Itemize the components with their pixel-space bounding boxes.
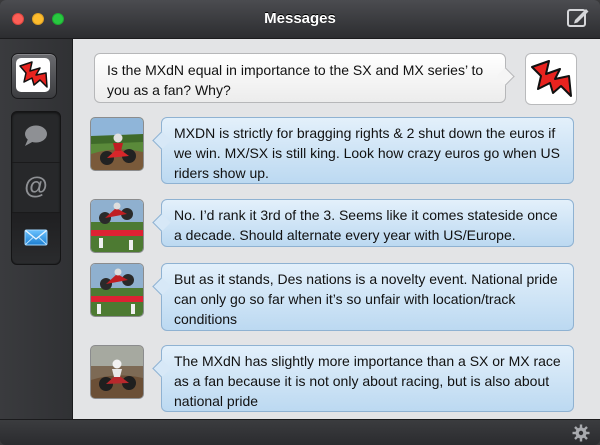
bottom-bar: [0, 419, 600, 445]
red-lightning-logo-icon: [19, 61, 48, 88]
motocross-photo: [91, 118, 143, 170]
nav-messages[interactable]: [12, 212, 60, 263]
reply-bubble: But as it stands, Des nations is a novel…: [152, 263, 574, 331]
reply-avatar-photo[interactable]: [90, 345, 144, 399]
motocross-rider-photo: [91, 346, 143, 398]
reply-bubble: MXDN is strictly for bragging rights & 2…: [152, 117, 574, 184]
reply-text: But as it stands, Des nations is a novel…: [174, 271, 558, 327]
reply-bubble: The MXdN has slightly more importance th…: [152, 345, 574, 412]
title-bar: Messages: [0, 0, 600, 39]
messages-window: Messages @ Is the MXdN equal in importan…: [0, 0, 600, 445]
question-bubble: Is the MXdN equal in importance to the S…: [94, 53, 515, 103]
motocross-jump-photo: [91, 200, 143, 252]
motocross-jump-photo: [91, 264, 143, 316]
reply-avatar-photo[interactable]: [90, 263, 144, 317]
window-title: Messages: [264, 10, 336, 27]
mail-icon: [24, 229, 48, 246]
reply-text: No. I’d rank it 3rd of the 3. Seems like…: [174, 207, 558, 243]
reply-text: MXDN is strictly for bragging rights & 2…: [174, 125, 560, 181]
sidebar: @: [0, 39, 73, 419]
reply-text: The MXdN has slightly more importance th…: [174, 353, 561, 409]
conversation-pane[interactable]: Is the MXdN equal in importance to the S…: [73, 39, 600, 419]
nav-mentions[interactable]: @: [12, 162, 60, 213]
reply-bubble: No. I’d rank it 3rd of the 3. Seems like…: [152, 199, 574, 247]
nav-conversations[interactable]: [12, 112, 60, 162]
bubble-tail: [152, 359, 171, 378]
sender-avatar[interactable]: [525, 53, 577, 105]
reply-avatar-photo[interactable]: [90, 199, 144, 253]
account-avatar-button[interactable]: [11, 53, 57, 99]
chat-bubble-icon: [25, 125, 47, 146]
sidebar-nav: @: [11, 111, 61, 265]
bubble-tail: [152, 131, 171, 150]
question-text: Is the MXdN equal in importance to the S…: [107, 62, 484, 98]
bubble-tail: [152, 277, 171, 296]
gear-icon[interactable]: [572, 424, 590, 442]
compose-icon[interactable]: [566, 7, 590, 29]
reply-avatar-photo[interactable]: [90, 117, 144, 171]
red-lightning-logo-icon: [531, 60, 572, 97]
bubble-tail: [152, 213, 171, 232]
bubble-tail: [496, 67, 515, 86]
at-sign-icon: @: [24, 173, 48, 200]
